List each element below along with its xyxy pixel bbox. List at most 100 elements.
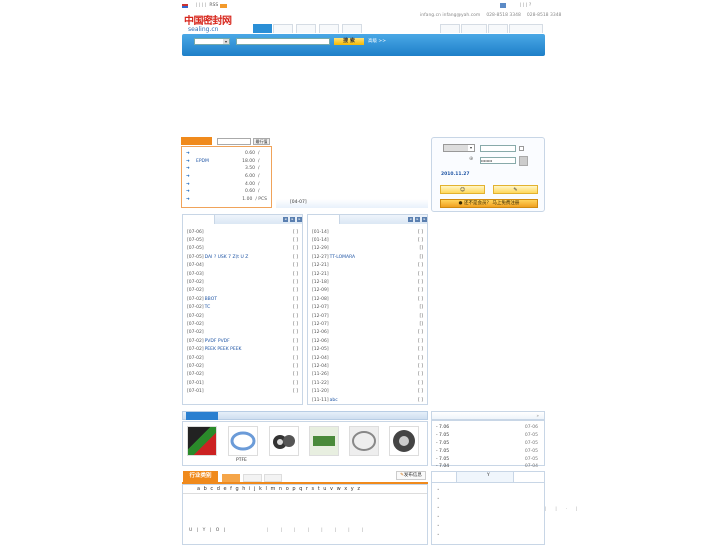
news-tail[interactable]: [ ] [293,356,298,361]
news-tail[interactable]: [ ] [293,364,298,369]
next-icon[interactable]: ▸ [290,217,295,222]
register-button[interactable]: ● 还不是会员？ 马上免费注册 [440,199,538,208]
price-row[interactable]: ➜ 6.00/ [186,173,267,181]
price-row[interactable]: ➜ 4.00/ [186,180,267,188]
news-row[interactable]: [11-11] abc[ ] [312,396,423,404]
more-link[interactable]: » [537,413,539,418]
nav-tab-8[interactable] [488,24,508,33]
product-thumb-2[interactable] [228,426,258,456]
news-tail[interactable]: [ ] [418,381,423,386]
news-row[interactable]: [07-04] [ ] [187,262,298,270]
news-tail[interactable]: [ ] [293,238,298,243]
price-row[interactable]: ➜ EPDM 18.00/ [186,158,267,166]
news-tail[interactable]: [ ] [418,297,423,302]
product-tab-active[interactable] [186,412,218,420]
product-thumb-6[interactable] [389,426,419,456]
news-row[interactable]: [07-02] PEEK PEEK PEEK[ ] [187,345,298,353]
next-icon[interactable]: ▸ [415,217,420,222]
news-tail[interactable]: [ ] [418,238,423,243]
rss-icon[interactable] [220,3,228,8]
news-tail[interactable]: [ ] [293,297,298,302]
news-tail[interactable]: [ ] [418,230,423,235]
news-tail[interactable]: [ ] [418,263,423,268]
user-center-button[interactable]: ☺ [440,185,485,194]
news-row[interactable]: [07-02] [ ] [187,371,298,379]
side-item-title[interactable]: - 7.06 [436,425,525,430]
news-title[interactable]: BBOT [205,297,293,302]
nav-tab-6[interactable] [440,24,460,33]
nav-tab-9[interactable] [509,24,543,33]
edit-button[interactable]: ✎ [493,185,538,194]
user-icon[interactable] [500,3,506,8]
news-tail[interactable]: [ ] [418,339,423,344]
price-search-input[interactable] [217,138,251,145]
news-title[interactable]: TT-LOMARA [330,255,420,260]
news-row[interactable]: [11-22] [ ] [312,379,423,387]
news-row[interactable]: [12-09] [ ] [312,287,423,295]
product-thumb-3[interactable] [269,426,299,456]
news-tail[interactable]: [ ] [293,389,298,394]
price-row[interactable]: ➜ 3.50/ [186,165,267,173]
news-row[interactable]: [12-07] [] [312,320,423,328]
prev-icon[interactable]: ◂ [283,217,288,222]
product-thumb-5[interactable] [349,426,379,456]
side-list-item[interactable]: - 7.05 07-05 [436,455,538,463]
news-tail[interactable]: [ ] [293,305,298,310]
news-tail[interactable]: [] [419,322,423,327]
side-item-title[interactable]: - 7.05 [436,433,525,438]
side-list-item[interactable]: - 7.05 07-05 [436,440,538,448]
price-row[interactable]: ➜ 0.60/ [186,150,267,158]
news-title[interactable]: PEEK PEEK PEEK [205,347,293,352]
news-tail[interactable]: [ ] [418,372,423,377]
news-title[interactable]: PVDF PVDF [205,339,293,344]
news-tail[interactable]: [] [419,246,423,251]
news-title[interactable]: TC [205,305,293,310]
news-row[interactable]: [07-02] PVDF PVDF[ ] [187,337,298,345]
nav-tab-2[interactable] [273,24,293,33]
advanced-search-link[interactable]: 高级 >> [368,38,386,45]
news-tail[interactable]: [ ] [293,263,298,268]
news-row[interactable]: [11-26] [ ] [312,371,423,379]
news-row[interactable]: [01-14] [ ] [312,228,423,236]
nav-tab-active[interactable] [253,24,272,33]
rss-link[interactable]: RSS [209,3,218,8]
news-tail[interactable]: [ ] [293,230,298,235]
news-row[interactable]: [12-27] TT-LOMARA[] [312,253,423,261]
side-list-item[interactable]: - 7.04 07-04 [436,463,538,471]
username-input[interactable] [480,145,516,152]
news-tail[interactable]: [ ] [418,389,423,394]
news-row[interactable]: [07-02] [ ] [187,312,298,320]
price-search-button[interactable]: 最行值 [253,138,270,145]
remember-checkbox[interactable] [519,146,524,151]
news-row[interactable]: [07-05] [ ] [187,245,298,253]
news-title[interactable]: abc [330,398,418,403]
product-thumb-4[interactable] [309,426,339,456]
right-bottom-tab-2[interactable]: Y [456,472,514,482]
more-icon[interactable]: ▸ [297,217,302,222]
news-row[interactable]: [12-06] [ ] [312,329,423,337]
news-tail[interactable]: [ ] [418,356,423,361]
news-tail[interactable]: [] [419,305,423,310]
news-row[interactable]: [07-02] [ ] [187,362,298,370]
news-row[interactable]: [12-05] [ ] [312,345,423,353]
news-row[interactable]: [12-18] [ ] [312,278,423,286]
news-row[interactable]: [07-03] [ ] [187,270,298,278]
side-item-title[interactable]: - 7.05 [436,441,525,446]
news-row[interactable]: [07-02] [ ] [187,329,298,337]
news-row[interactable]: [07-05] DAI ? USK 7 Z(t U Z[ ] [187,253,298,261]
news-row[interactable]: [12-21] [ ] [312,270,423,278]
news-row[interactable]: [12-08] [ ] [312,295,423,303]
news-row[interactable]: [07-02] [ ] [187,278,298,286]
news-row[interactable]: [07-02] TC[ ] [187,304,298,312]
news-tail[interactable]: [ ] [293,372,298,377]
prev-icon[interactable]: ◂ [408,217,413,222]
nav-tab-7[interactable] [461,24,487,33]
news-row[interactable]: [11-20] [ ] [312,387,423,395]
news-title[interactable]: DAI ? USK 7 Z(t U Z [205,255,293,260]
news-row[interactable]: [12-29] [] [312,245,423,253]
news-tail[interactable]: [ ] [418,364,423,369]
search-button[interactable]: 搜 索 [334,38,364,45]
price-row[interactable]: ➜ 1.00/ PCS [186,196,267,204]
news-row[interactable]: [12-04] [ ] [312,354,423,362]
nav-tab-4[interactable] [319,24,339,33]
